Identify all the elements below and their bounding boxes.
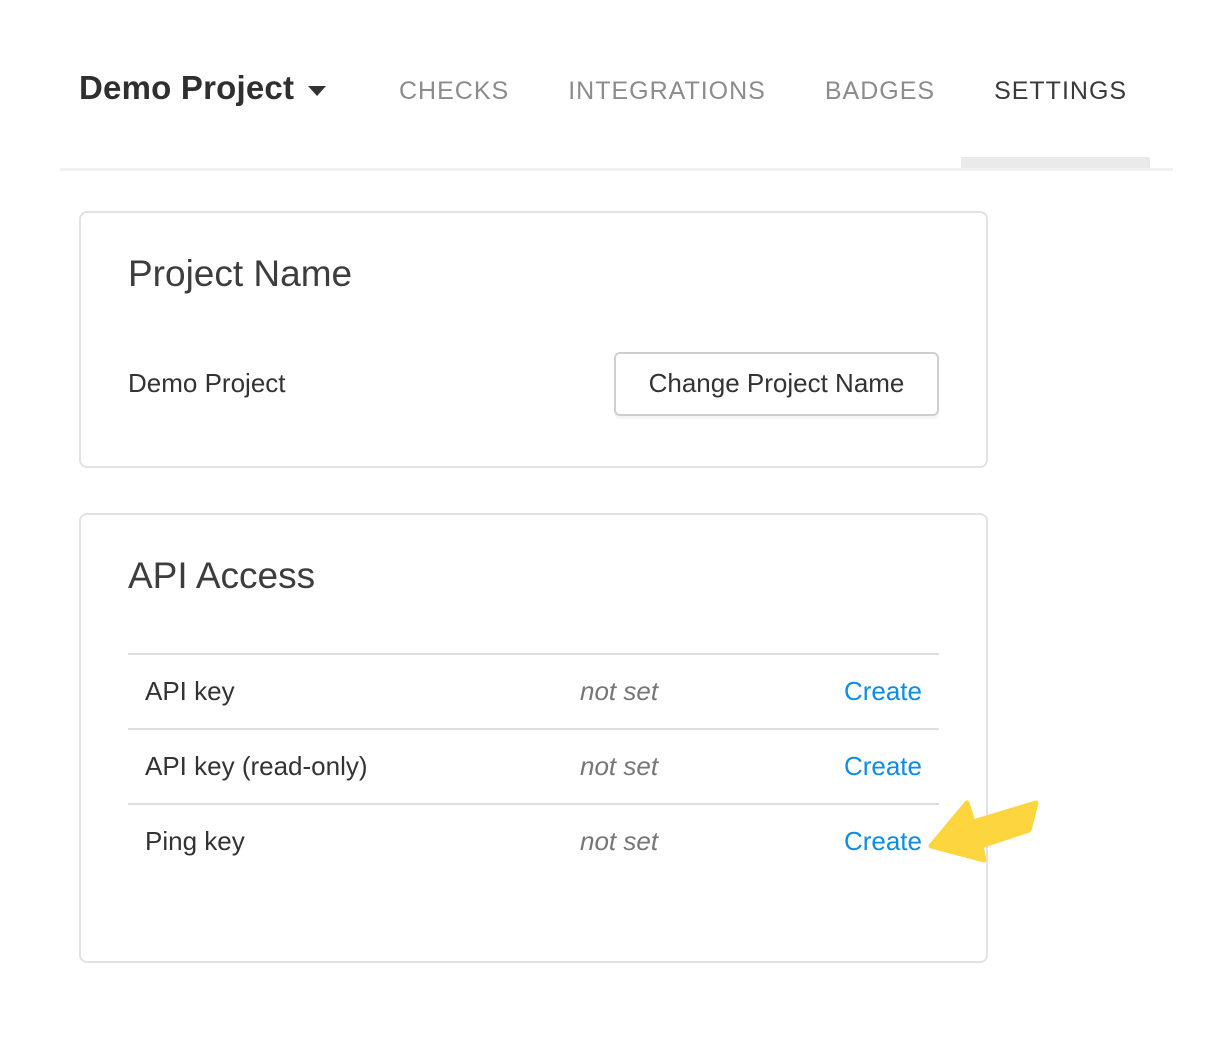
ping-key-create-link[interactable]: Create (844, 826, 922, 856)
tab-settings[interactable]: SETTINGS (994, 77, 1127, 106)
project-settings-page: Demo Project CHECKS INTEGRATIONS BADGES … (0, 0, 1220, 1059)
tab-badges[interactable]: BADGES (825, 77, 935, 106)
api-key-label: API key (128, 676, 580, 707)
tab-checks[interactable]: CHECKS (399, 77, 509, 106)
change-project-name-button[interactable]: Change Project Name (614, 352, 939, 416)
table-row-api-key-readonly: API key (read-only) not set Create (128, 728, 939, 803)
project-switcher-label: Demo Project (79, 69, 294, 107)
caret-down-icon (308, 86, 326, 96)
api-key-create-link[interactable]: Create (844, 676, 922, 706)
ping-key-value: not set (580, 826, 795, 857)
table-row-api-key: API key not set Create (128, 653, 939, 728)
api-access-card: API Access API key not set Create API ke… (79, 513, 988, 963)
api-key-readonly-action-cell: Create (795, 751, 939, 782)
project-name-card-title: Project Name (128, 253, 939, 296)
api-access-card-title: API Access (128, 555, 939, 598)
api-keys-table: API key not set Create API key (read-onl… (128, 653, 939, 878)
project-name-card: Project Name Demo Project Change Project… (79, 211, 988, 468)
project-name-value: Demo Project (128, 368, 286, 399)
api-key-value: not set (580, 676, 795, 707)
main-nav: CHECKS INTEGRATIONS BADGES SETTINGS (399, 77, 1127, 106)
ping-key-label: Ping key (128, 826, 580, 857)
project-name-row: Demo Project Change Project Name (128, 352, 939, 416)
nav-divider (60, 168, 1173, 171)
api-key-readonly-value: not set (580, 751, 795, 782)
tab-integrations[interactable]: INTEGRATIONS (568, 77, 766, 106)
api-key-readonly-create-link[interactable]: Create (844, 751, 922, 781)
api-key-readonly-label: API key (read-only) (128, 751, 580, 782)
project-switcher-dropdown[interactable]: Demo Project (79, 68, 326, 108)
api-key-action-cell: Create (795, 676, 939, 707)
ping-key-action-cell: Create (795, 826, 939, 857)
table-row-ping-key: Ping key not set Create (128, 803, 939, 878)
